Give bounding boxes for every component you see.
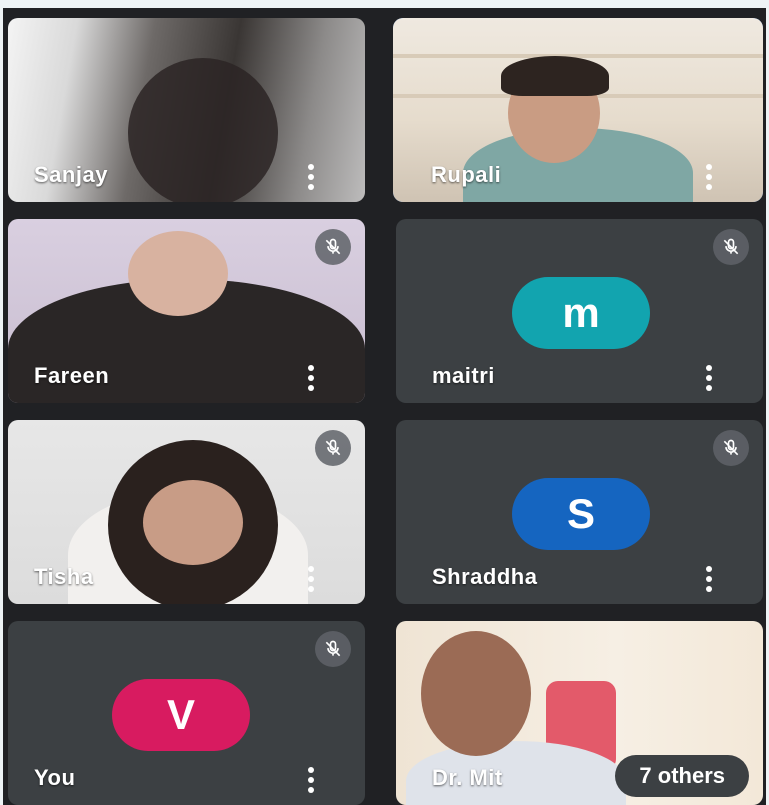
- participant-face: [421, 631, 531, 756]
- mic-off-icon: [315, 430, 351, 466]
- participant-tile-dr-mit[interactable]: Dr. Mit 7 others: [396, 621, 763, 805]
- more-vert-icon[interactable]: [307, 566, 315, 592]
- participant-name: Sanjay: [34, 162, 108, 187]
- mic-off-icon: [315, 229, 351, 265]
- participant-name: Shraddha: [432, 564, 538, 589]
- more-vert-icon[interactable]: [307, 365, 315, 391]
- participant-tile-tisha[interactable]: Tisha: [8, 420, 365, 604]
- more-vert-icon[interactable]: [705, 365, 713, 391]
- participant-grid: Sanjay Rupali Fareen m maitri Tisha S Sh…: [3, 8, 766, 805]
- participant-tile-rupali[interactable]: Rupali: [393, 18, 763, 202]
- participant-tile-you[interactable]: V You: [8, 621, 365, 805]
- others-chip[interactable]: 7 others: [615, 755, 749, 797]
- participant-hair: [501, 56, 609, 96]
- participant-name: Tisha: [34, 564, 94, 589]
- participant-tile-sanjay[interactable]: Sanjay: [8, 18, 365, 202]
- participant-name: Fareen: [34, 363, 110, 388]
- participant-name: Dr. Mit: [432, 765, 503, 790]
- more-vert-icon[interactable]: [705, 164, 713, 190]
- mic-off-icon: [713, 229, 749, 265]
- participant-name: You: [34, 765, 76, 790]
- participant-face: [143, 480, 243, 565]
- participant-name: Rupali: [431, 162, 502, 187]
- participant-name: maitri: [432, 363, 495, 388]
- more-vert-icon[interactable]: [705, 566, 713, 592]
- avatar: m: [512, 277, 650, 349]
- more-vert-icon[interactable]: [307, 164, 315, 190]
- participant-tile-maitri[interactable]: m maitri: [396, 219, 763, 403]
- participant-tile-fareen[interactable]: Fareen: [8, 219, 365, 403]
- more-vert-icon[interactable]: [307, 767, 315, 793]
- participant-face: [128, 231, 228, 316]
- participant-silhouette: [128, 58, 278, 202]
- avatar: V: [112, 679, 250, 751]
- mic-off-icon: [315, 631, 351, 667]
- meeting-screen: Sanjay Rupali Fareen m maitri Tisha S Sh…: [0, 0, 769, 805]
- mic-off-icon: [713, 430, 749, 466]
- participant-tile-shraddha[interactable]: S Shraddha: [396, 420, 763, 604]
- avatar: S: [512, 478, 650, 550]
